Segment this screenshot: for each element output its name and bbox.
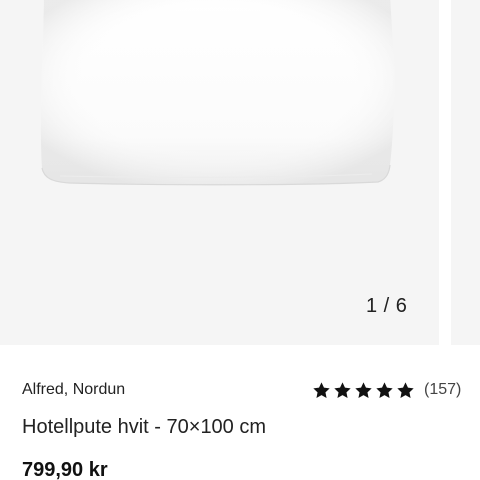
star-icon (376, 381, 393, 398)
rating-stars (312, 381, 417, 400)
product-title: Hotellpute hvit - 70×100 cm (22, 416, 267, 438)
product-image-pillow (40, 0, 395, 186)
star-icon (334, 381, 351, 398)
product-info: Alfred, Nordun (157) Hotellpute hvit - 7… (0, 345, 480, 480)
gallery-slide-current[interactable]: 1 / 6 (0, 0, 439, 345)
product-price: 799,90 kr (22, 459, 108, 480)
star-icon (397, 381, 414, 398)
product-image-gallery[interactable]: 1 / 6 (0, 0, 480, 345)
star-icon (313, 381, 330, 398)
gallery-counter: 1 / 6 (366, 295, 408, 317)
gallery-slide-next-peek[interactable] (451, 0, 480, 345)
product-page: 1 / 6 Alfred, Nordun (157) Hotellpute hv… (0, 0, 480, 480)
product-brand[interactable]: Alfred, Nordun (22, 381, 125, 399)
product-rating[interactable]: (157) (312, 379, 461, 401)
star-icon (355, 381, 372, 398)
review-count[interactable]: (157) (424, 381, 461, 399)
